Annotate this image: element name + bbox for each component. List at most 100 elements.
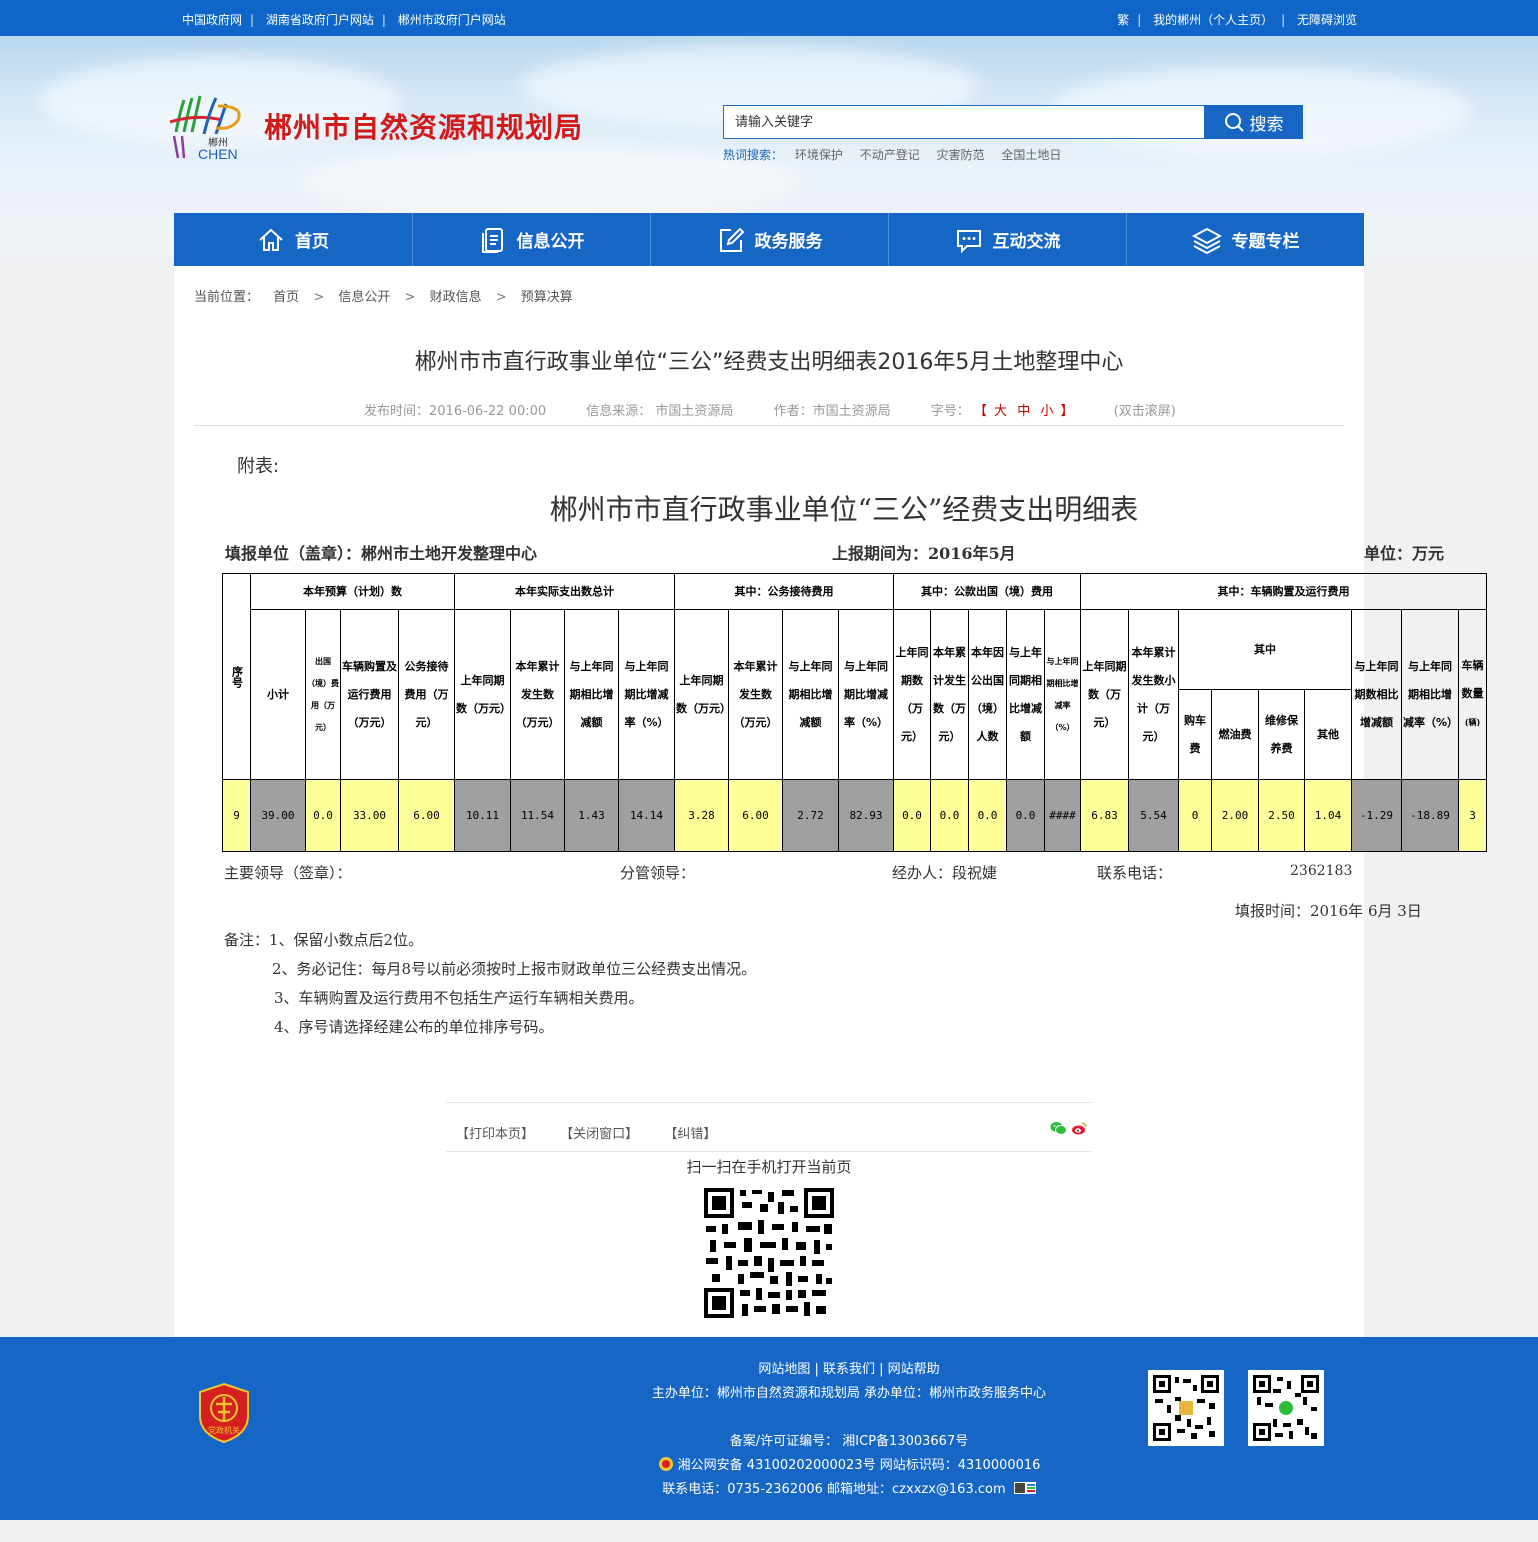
close-window-link[interactable]: 【关闭窗口】 xyxy=(560,1127,638,1142)
print-page-link[interactable]: 【打印本页】 xyxy=(456,1127,534,1142)
search-input[interactable] xyxy=(724,106,1204,138)
th-actual-rate: 与上年同期比增减率（%） xyxy=(618,609,675,780)
nav-item-interaction[interactable]: 互动交流 xyxy=(888,213,1126,266)
cell: 0.0 xyxy=(968,779,1007,852)
search-button[interactable]: 搜索 xyxy=(1204,105,1303,139)
footer-police: 湘公网安备 43100202000023号 网站标识码：4310000016 xyxy=(629,1454,1069,1478)
qr-code-icon xyxy=(1253,1375,1319,1441)
footer-icp[interactable]: 备案/许可证编号： 湘ICP备13003667号 xyxy=(629,1430,1069,1454)
report-error-link[interactable]: 【纠错】 xyxy=(664,1127,716,1142)
link-gov-cn[interactable]: 中国政府网 xyxy=(182,13,242,27)
cell: #### xyxy=(1044,779,1081,852)
hot-word[interactable]: 灾害防范 xyxy=(937,148,985,162)
nav-item-info[interactable]: 信息公开 xyxy=(412,213,650,266)
link-traditional[interactable]: 繁 xyxy=(1117,13,1129,27)
cell: 5.54 xyxy=(1128,779,1179,852)
th-vehicle-last: 上年同期数（万元） xyxy=(1080,609,1129,780)
qr-code-icon xyxy=(1153,1375,1219,1441)
nav-item-label: 首页 xyxy=(295,232,329,252)
th-actual-cum: 本年累计发生数（万元） xyxy=(510,609,565,780)
article-actions: 【打印本页】 【关闭窗口】 【纠错】 xyxy=(456,1123,738,1142)
report-period: 上报期间为：2016年5月 xyxy=(832,544,1016,563)
fill-unit: 填报单位（盖章）：郴州市土地开发整理中心 xyxy=(225,544,538,563)
cell: 6.83 xyxy=(1080,779,1129,852)
nav-item-topics[interactable]: 专题专栏 xyxy=(1126,213,1364,266)
cell: 33.00 xyxy=(340,779,399,852)
th-vehicle-count-label: 车辆数量 xyxy=(1461,659,1484,700)
th-vehicle-buy: 购车费 xyxy=(1178,689,1212,780)
site-logo[interactable]: 郴州 CHEN xyxy=(166,92,250,164)
cell: 1.04 xyxy=(1304,779,1352,852)
share-icons xyxy=(1050,1121,1088,1136)
cell: 0.0 xyxy=(1006,779,1045,852)
th-abroad-people: 本年因公出国（境）人数 xyxy=(968,609,1007,780)
footer-contact-text: 联系电话：0735-2362006 邮箱地址：czxxzx@163.com xyxy=(662,1482,1006,1497)
cell: 82.93 xyxy=(838,779,894,852)
cell: 0 xyxy=(1178,779,1212,852)
sign-leader: 主要领导（签章）： xyxy=(224,864,352,882)
th-subtotal: 小计 xyxy=(250,609,306,780)
footer-links[interactable]: 网站地图 | 联系我们 | 网站帮助 xyxy=(629,1358,1069,1382)
edit-icon xyxy=(719,227,744,252)
expense-table: 序号 本年预算（计划）数 本年实际支出数总计 其中：公务接待费用 其中：公款出国… xyxy=(222,573,1487,852)
cell: 0.0 xyxy=(305,779,341,852)
badge-text: 党政机关 xyxy=(208,1426,240,1435)
link-my-chenzhou[interactable]: 我的郴州（个人主页） xyxy=(1153,13,1273,27)
footer-qr-1 xyxy=(1148,1370,1224,1446)
footer: 党政机关 网站地图 | 联系我们 | 网站帮助 主办单位：郴州市自然资源和规划局… xyxy=(0,1337,1538,1520)
wechat-icon[interactable] xyxy=(1050,1121,1067,1136)
site-title: 郴州市自然资源和规划局 xyxy=(264,111,584,144)
cell: 3.28 xyxy=(674,779,729,852)
footer-contact: 联系电话：0735-2362006 邮箱地址：czxxzx@163.com xyxy=(629,1478,1069,1502)
table-title: 郴州市市直行政事业单位“三公”经费支出明细表 xyxy=(549,493,1139,526)
home-icon xyxy=(259,228,283,251)
page-qr-code xyxy=(702,1186,836,1324)
th-vehicle-maint: 维修保养费 xyxy=(1258,689,1305,780)
th-reception-fee: 公务接待费用（万元） xyxy=(398,609,455,780)
cell: 2.00 xyxy=(1211,779,1259,852)
th-vehicle-rate: 与上年同期相比增减率（%） xyxy=(1401,609,1459,780)
cell: 0.0 xyxy=(930,779,969,852)
cell: 10.11 xyxy=(454,779,511,852)
nav-item-label: 政务服务 xyxy=(754,232,823,252)
note-line: 2、务必记住：每月8号以前必须按时上报市财政单位三公经费支出情况。 xyxy=(272,960,757,978)
th-vehicle-fee: 车辆购置及运行费用（万元） xyxy=(340,609,399,780)
search-icon xyxy=(1224,113,1244,132)
th-actual-last: 上年同期数（万元） xyxy=(454,609,511,780)
nav-item-label: 互动交流 xyxy=(992,232,1061,252)
cell: 3 xyxy=(1458,779,1487,852)
layers-icon xyxy=(1191,227,1222,254)
th-reception-cum: 本年累计发生数（万元） xyxy=(728,609,783,780)
logo-text-bottom: CHEN xyxy=(198,146,238,162)
footer-host: 主办单位：郴州市自然资源和规划局 承办单位：郴州市政务服务中心 xyxy=(651,1386,1047,1401)
cell: 9 xyxy=(222,779,251,852)
qr-code-icon xyxy=(702,1186,836,1320)
note-line: 备注：1、保留小数点后2位。 xyxy=(224,931,424,949)
th-vehicle-fuel: 燃油费 xyxy=(1211,689,1259,780)
hot-word[interactable]: 全国土地日 xyxy=(1001,148,1061,162)
cell: 0.0 xyxy=(893,779,931,852)
note-line: 4、序号请选择经建公布的单位排序号码。 xyxy=(274,1018,554,1036)
nav-item-home[interactable]: 首页 xyxy=(174,213,412,266)
main-nav: 首页 信息公开 政务服务 互动交流 专题专栏 xyxy=(174,213,1364,266)
hot-word[interactable]: 不动产登记 xyxy=(860,148,920,162)
link-accessibility[interactable]: 无障碍浏览 xyxy=(1297,13,1357,27)
party-gov-badge[interactable]: 党政机关 xyxy=(198,1382,250,1444)
th-group-actual: 本年实际支出数总计 xyxy=(454,573,675,610)
top-bar: 中国政府网 | 湖南省政府门户网站 | 郴州市政府门户网站 繁 | 我的郴州（个人主页… xyxy=(0,0,1538,36)
share-bar: 【打印本页】 【关闭窗口】 【纠错】 xyxy=(446,1102,1092,1152)
th-vehicle-other: 其他 xyxy=(1304,689,1352,780)
cnzz-stat-icon[interactable] xyxy=(1013,1482,1036,1494)
cell: 11.54 xyxy=(510,779,565,852)
table-row: 9 39.00 0.0 33.00 6.00 10.11 11.54 1.43 … xyxy=(222,779,1487,852)
hot-word[interactable]: 环境保护 xyxy=(795,148,843,162)
top-links-right: 繁 | 我的郴州（个人主页） | 无障碍浏览 xyxy=(1117,13,1357,27)
cell: 39.00 xyxy=(250,779,306,852)
chat-icon xyxy=(956,229,981,253)
footer-qr-2 xyxy=(1248,1370,1324,1446)
th-vehicle-subtotal: 本年累计发生数小计（万元） xyxy=(1128,609,1179,780)
weibo-icon[interactable] xyxy=(1071,1121,1088,1136)
nav-item-services[interactable]: 政务服务 xyxy=(650,213,888,266)
link-chenzhou-portal[interactable]: 郴州市政府门户网站 xyxy=(398,13,506,27)
link-hunan-portal[interactable]: 湖南省政府门户网站 xyxy=(266,13,374,27)
